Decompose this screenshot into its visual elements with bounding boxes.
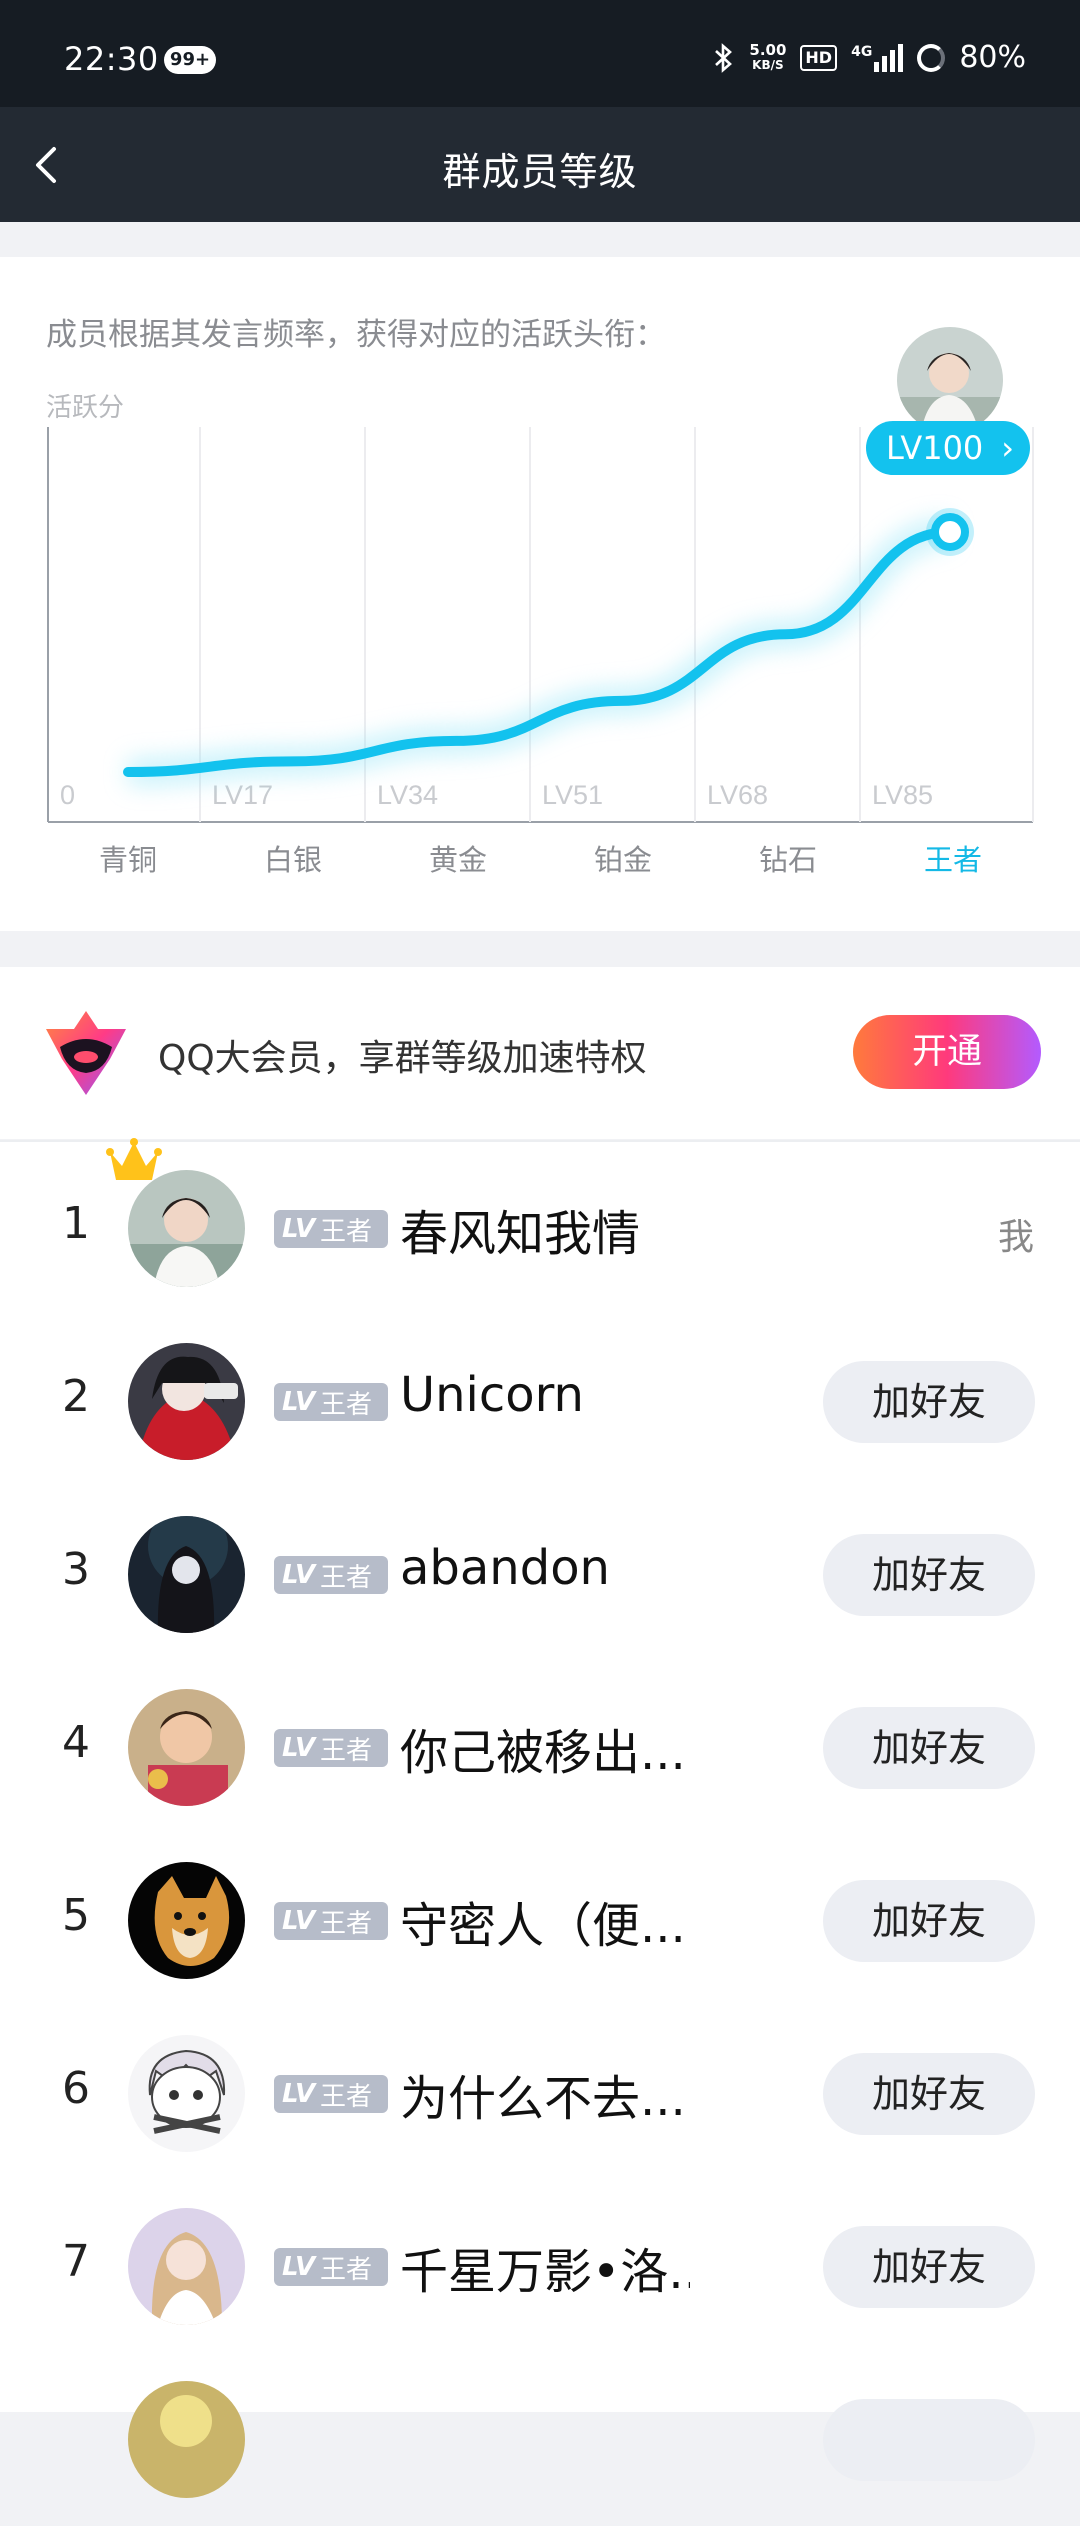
hd-icon: HD (800, 44, 838, 71)
tier-label: 铂金 (593, 843, 652, 877)
tier-label: 钻石 (758, 843, 817, 877)
current-user-avatar (897, 327, 1003, 433)
chart-level-tick: LV85 (872, 780, 933, 810)
cellular-signal-icon: 4G (851, 43, 904, 72)
list-item[interactable]: 5 LV 王者 守密人（便... 加好友 (0, 1834, 1080, 2007)
chart-level-tick: LV68 (707, 780, 768, 810)
chart-level-tick: LV17 (212, 780, 273, 810)
nav-bar: 群成员等级 (0, 107, 1080, 222)
chart-level-tick: LV34 (377, 780, 438, 810)
rank-number: 5 (62, 1890, 90, 1941)
level-chart-card: 成员根据其发言频率，获得对应的活跃头衔： 活跃分 0 LV17 LV34 LV51 LV… (0, 257, 1080, 931)
crown-icon (106, 1138, 162, 1180)
vip-promo-text: QQ大会员，享群等级加速特权 (158, 1038, 647, 1079)
level-curve-line (123, 527, 955, 777)
net-speed: 5.00 KB/S (749, 40, 787, 72)
rank-number: 4 (62, 1717, 90, 1768)
avatar[interactable] (128, 2381, 245, 2498)
avatar[interactable] (128, 1689, 245, 1806)
level-badge: LV 王者 (274, 2248, 388, 2286)
level-badge: LV 王者 (274, 2075, 388, 2113)
bluetooth-icon (715, 42, 733, 73)
battery-icon (917, 43, 946, 72)
status-time: 22:30 (64, 40, 159, 78)
member-name: 你己被移出... (400, 1725, 686, 1781)
member-name: 千星万影•洛... (400, 2244, 690, 2300)
rank-number: 3 (62, 1544, 90, 1595)
rank-number: 2 (62, 1371, 90, 1422)
tier-label: 黄金 (428, 843, 487, 877)
level-badge: LV 王者 (274, 1210, 388, 1248)
list-item[interactable]: 1 LV 王者 春风知我情 我 (0, 1138, 1080, 1315)
list-item[interactable]: 4 LV 王者 你己被移出... 加好友 (0, 1661, 1080, 1834)
vip-banner[interactable]: QQ大会员，享群等级加速特权 开通 (0, 967, 1080, 1139)
current-level-pill[interactable]: LV100 › (866, 421, 1030, 475)
status-bar: 22:30 99+ 5.00 KB/S HD 4G 80% (0, 0, 1080, 107)
tier-axis: 青铜 白银 黄金 铂金 钻石 王者 (0, 837, 1080, 877)
avatar[interactable] (128, 1170, 245, 1287)
level-badge: LV 王者 (274, 1729, 388, 1767)
chart-level-tick: 0 (60, 780, 75, 810)
add-friend-button[interactable]: 加好友 (823, 1361, 1035, 1443)
add-friend-button[interactable]: 加好友 (823, 1707, 1035, 1789)
add-friend-button[interactable]: 加好友 (823, 1534, 1035, 1616)
member-name: abandon (400, 1540, 610, 1596)
list-item[interactable]: 3 LV 王者 abandon 加好友 (0, 1488, 1080, 1661)
add-friend-button[interactable]: 加好友 (823, 1880, 1035, 1962)
member-name: 春风知我情 (400, 1206, 641, 1262)
chevron-right-icon: › (1001, 429, 1014, 467)
page-title: 群成员等级 (442, 150, 638, 194)
avatar[interactable] (128, 1862, 245, 1979)
avatar[interactable] (128, 2035, 245, 2152)
tier-label: 青铜 (98, 843, 157, 877)
list-item[interactable] (0, 2353, 1080, 2526)
add-friend-button[interactable]: 加好友 (823, 2053, 1035, 2135)
rank-number: 7 (62, 2236, 90, 2287)
qq-vip-logo-icon (46, 1011, 126, 1095)
add-friend-button[interactable]: 加好友 (823, 2226, 1035, 2308)
avatar[interactable] (128, 2208, 245, 2325)
rank-number: 6 (62, 2063, 90, 2114)
level-badge: LV 王者 (274, 1902, 388, 1940)
level-badge: LV 王者 (274, 1383, 388, 1421)
open-vip-button[interactable]: 开通 (853, 1015, 1041, 1089)
list-item[interactable]: 7 LV 王者 千星万影•洛... 加好友 (0, 2180, 1080, 2353)
chart-level-tick: LV51 (542, 780, 603, 810)
rank-number: 1 (62, 1198, 90, 1249)
member-name: Unicorn (400, 1367, 584, 1423)
member-name: 守密人（便... (400, 1898, 686, 1954)
status-icons: 5.00 KB/S HD 4G 80% (713, 40, 1026, 75)
avatar[interactable] (128, 1343, 245, 1460)
avatar[interactable] (128, 1516, 245, 1633)
tier-label: 白银 (263, 843, 322, 877)
notification-badge: 99+ (164, 46, 216, 74)
current-level-point (931, 513, 969, 551)
list-item[interactable]: 6 LV 王者 为什么不去... 加好友 (0, 2007, 1080, 2180)
member-name: 为什么不去... (400, 2071, 686, 2127)
level-badge: LV 王者 (274, 1556, 388, 1594)
battery-percent: 80% (959, 40, 1026, 75)
list-item[interactable]: 2 LV 王者 Unicorn 加好友 (0, 1315, 1080, 1488)
add-friend-button[interactable] (823, 2399, 1035, 2481)
tier-label: 王者 (923, 843, 982, 877)
member-list: 1 LV 王者 春风知我情 我 2 LV 王者 Unicorn 加好友 3 LV… (0, 1138, 1080, 2498)
me-tag: 我 (997, 1217, 1034, 1258)
